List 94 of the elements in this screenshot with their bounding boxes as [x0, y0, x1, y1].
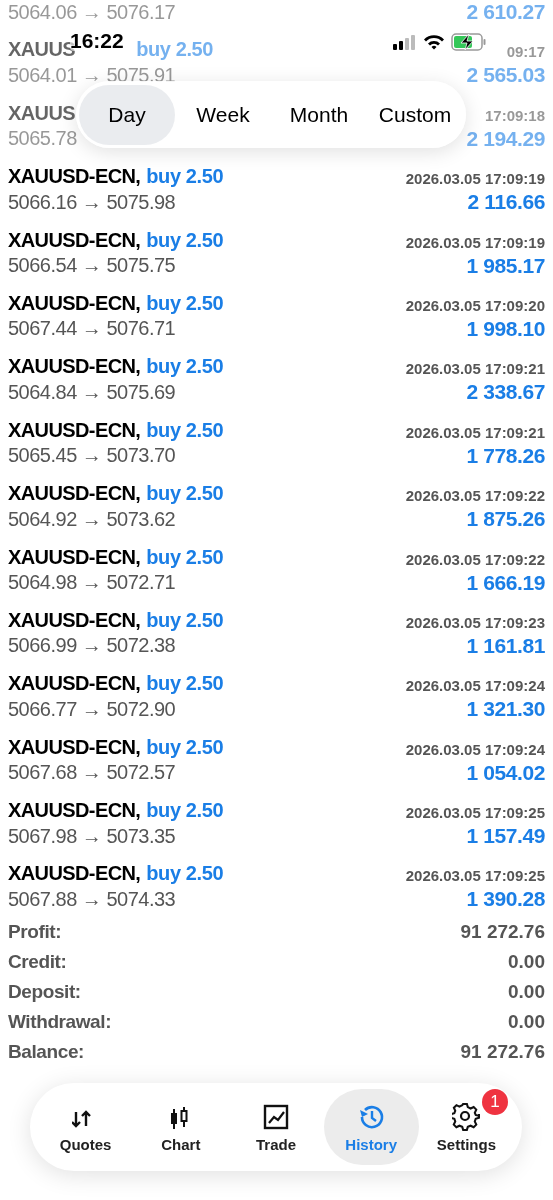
deal-profit: 1 161.81 — [466, 634, 545, 656]
deal-time: 2026.03.05 17:09:24 — [405, 741, 545, 757]
deal-time: 2026.03.05 17:09:21 — [405, 361, 545, 377]
deal-profit: 2 610.27 — [466, 1, 545, 22]
deal-time: 2026.03.05 17:09:19 — [405, 234, 545, 250]
deal-prices: 5067.44 → 5076.71 — [8, 318, 176, 339]
deal-side-volume: buy 2.50 — [146, 863, 224, 884]
deal-side-volume: buy 2.50 — [146, 292, 224, 313]
deal-time: 2026.03.05 17:09:24 — [405, 678, 545, 694]
deal-profit: 1 778.26 — [466, 444, 545, 466]
deal-symbol: XAUUSD-ECN, — [8, 609, 141, 630]
deal-side-volume: buy 2.50 — [146, 800, 224, 821]
line-chart-icon — [262, 1102, 290, 1131]
deal-profit: 1 157.49 — [466, 825, 545, 847]
deal-side-volume: buy 2.50 — [146, 546, 224, 567]
deal-profit: 1 321.30 — [466, 698, 545, 720]
deal-prices: 5064.92 → 5073.62 — [8, 508, 176, 529]
summary-label: Withdrawal: — [8, 1009, 112, 1034]
deal-side-volume: buy 2.50 — [146, 483, 224, 504]
deal-profit: 1 054.02 — [466, 761, 545, 783]
deal-profit: 1 666.19 — [466, 571, 545, 593]
summary-value: 0.00 — [508, 949, 545, 974]
deal-symbol: XAUUSD-ECN, — [8, 800, 141, 821]
deal-time: 2026.03.05 17:09:22 — [405, 488, 545, 504]
deal-prices: 5064.84 → 5075.69 — [8, 381, 176, 402]
summary-label: Balance: — [8, 1039, 84, 1064]
deal-symbol: XAUUSD-ECN, — [8, 483, 141, 504]
nav-tab[interactable]: Quotes — [38, 1089, 134, 1165]
deal-side-volume: buy 2.50 — [146, 419, 224, 440]
deal-profit: 1 390.28 — [466, 888, 545, 910]
deal-time: 2026.03.05 17:09:25 — [405, 805, 545, 821]
deal-prices: 5066.54 → 5075.75 — [8, 255, 176, 276]
deal-side-volume: buy 2.50 — [136, 39, 213, 60]
deal-side-volume: buy 2.50 — [146, 673, 224, 694]
deal-prices: 5066.77 → 5072.90 — [8, 698, 176, 719]
deal-prices: 5066.16 → 5075.98 — [8, 191, 176, 212]
summary-value: 91 272.76 — [460, 919, 545, 944]
nav-tab[interactable]: Trade — [228, 1089, 324, 1165]
settings-icon — [452, 1102, 481, 1131]
summary-value: 91 272.76 — [460, 1039, 545, 1064]
deal-symbol: XAUUSD-ECN, — [8, 292, 141, 313]
deal-symbol: XAUUSD-ECN, — [8, 863, 141, 884]
deal-symbol: XAUUSD-ECN, — [8, 356, 141, 377]
deal-prices: 5065.45 → 5073.70 — [8, 445, 176, 466]
deal-profit: 1 985.17 — [466, 254, 545, 276]
deal-profit: 2 565.03 — [466, 64, 545, 86]
deal-side-volume: buy 2.50 — [146, 609, 224, 630]
deal-side-volume: buy 2.50 — [146, 229, 224, 250]
deal-time: 2026.03.05 17:09:21 — [405, 424, 545, 440]
nav-tab[interactable]: Settings 1 — [418, 1089, 514, 1165]
deal-time: 2026.03.05 17:09:22 — [405, 551, 545, 567]
deal-symbol: XAUUSD-ECN, — [8, 673, 141, 694]
summary-label: Profit: — [8, 919, 62, 944]
deal-prices: 5067.68 → 5072.57 — [8, 762, 176, 783]
deal-time: 2026.03.05 17:09:19 — [405, 171, 545, 187]
summary-value: 0.00 — [508, 1009, 545, 1034]
deal-profit: 2 116.66 — [467, 191, 545, 213]
deal-prices: 5067.98 → 5073.35 — [8, 825, 176, 846]
deal-side-volume: buy 2.50 — [146, 736, 224, 757]
deal-time: 2026.03.05 17:09:20 — [405, 297, 545, 313]
period-tab[interactable]: Month — [271, 84, 367, 145]
deal-symbol: XAUUS — [8, 102, 75, 123]
deal-time: 2026.03.05 17:09:25 — [405, 868, 545, 884]
deal-time: 2026.03.05 17:09:23 — [405, 614, 545, 630]
deal-prices: 5067.88 → 5074.33 — [8, 888, 176, 909]
notification-badge: 1 — [482, 1089, 508, 1115]
deal-prices: 5064.98 → 5072.71 — [8, 572, 176, 592]
deal-symbol: XAUUSD-ECN, — [8, 229, 141, 250]
deal-prices: 5065.78 — [8, 128, 77, 149]
summary-label: Deposit: — [8, 979, 81, 1004]
signal-icon — [393, 34, 417, 50]
nav-tab[interactable]: Chart — [133, 1089, 229, 1165]
deal-side-volume: buy 2.50 — [146, 166, 224, 187]
period-tab[interactable]: Custom — [367, 84, 463, 145]
deal-prices: 5066.99 → 5072.38 — [8, 635, 176, 656]
deal-side-volume: buy 2.50 — [146, 356, 224, 377]
deal-profit: 1 875.26 — [466, 508, 545, 530]
deal-profit: 2 194.29 — [466, 127, 545, 149]
deal-profit: 2 338.67 — [466, 381, 545, 403]
deal-symbol: XAUUSD-ECN, — [8, 166, 141, 187]
deal-time: 09:17 — [506, 44, 545, 60]
deal-symbol: XAUUSD-ECN, — [8, 546, 141, 567]
deal-symbol: XAUUSD-ECN, — [8, 419, 141, 440]
deal-profit: 1 998.10 — [466, 317, 545, 339]
battery-charging-icon — [451, 33, 487, 51]
summary-label: Credit: — [8, 949, 67, 974]
deal-time: 17:09:18 — [484, 107, 545, 123]
period-tab[interactable]: Day — [79, 84, 175, 145]
deal-symbol: XAUUSD-ECN, — [8, 736, 141, 757]
deal-prices: 5064.06 → 5076.17 — [8, 1, 176, 22]
deal-prices: 5064.01 → 5075.91 — [8, 64, 176, 85]
summary-value: 0.00 — [508, 979, 545, 1004]
wifi-icon — [423, 34, 445, 50]
period-tab[interactable]: Week — [175, 84, 271, 145]
